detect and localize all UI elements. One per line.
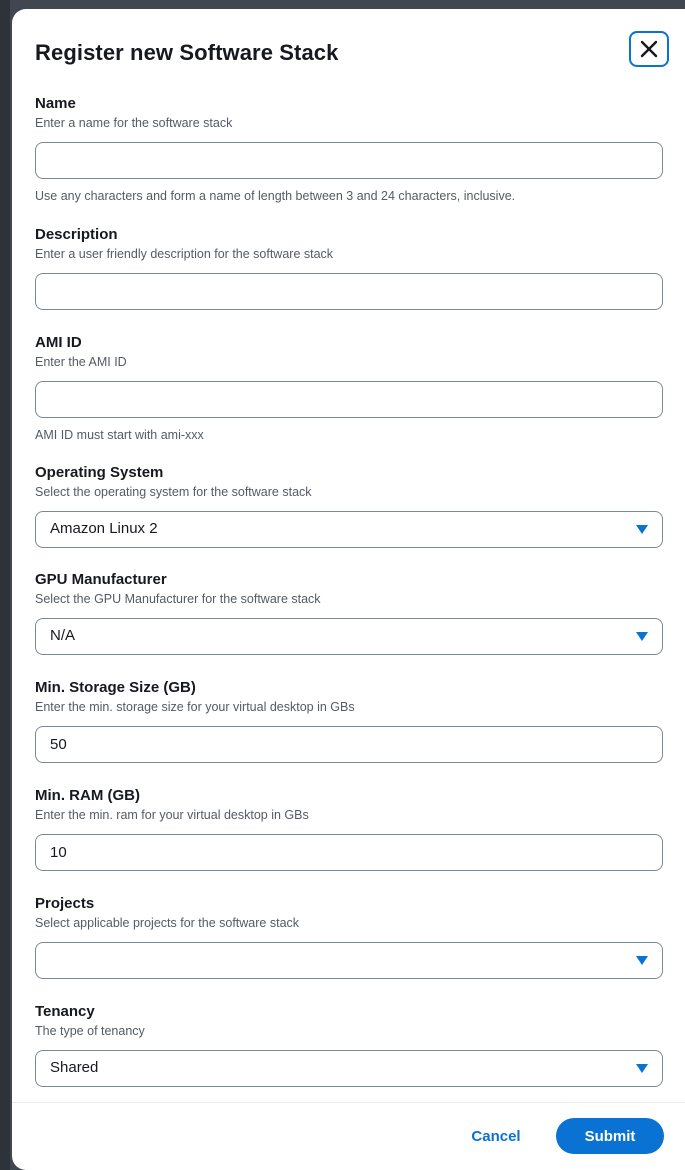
min-ram-label: Min. RAM (GB): [35, 787, 140, 804]
ami-id-input-wrapper: [35, 381, 663, 418]
min-ram-field: Min. RAM (GB) Enter the min. ram for you…: [35, 787, 663, 871]
description-input-wrapper: [35, 273, 663, 310]
modal-title: Register new Software Stack: [35, 40, 339, 65]
name-description: Enter a name for the software stack: [35, 116, 233, 130]
submit-button[interactable]: Submit: [556, 1118, 664, 1154]
tenancy-selected: Shared: [50, 1059, 99, 1076]
gpu-manufacturer-label: GPU Manufacturer: [35, 571, 167, 588]
min-storage-description: Enter the min. storage size for your vir…: [35, 700, 355, 714]
caret-down-icon: [636, 1064, 648, 1073]
gpu-manufacturer-description: Select the GPU Manufacturer for the soft…: [35, 592, 321, 606]
caret-down-icon: [636, 956, 648, 965]
projects-description: Select applicable projects for the softw…: [35, 916, 300, 930]
caret-down-icon: [636, 525, 648, 534]
close-icon: [640, 40, 658, 58]
description-label: Description: [35, 226, 118, 243]
min-storage-input-wrapper: [35, 726, 663, 763]
register-software-stack-modal: Register new Software Stack Name Enter a…: [12, 9, 685, 1170]
min-ram-input[interactable]: [36, 835, 662, 870]
tenancy-select[interactable]: Shared: [35, 1050, 663, 1087]
name-input[interactable]: [36, 143, 662, 178]
name-help-text: Use any characters and form a name of le…: [35, 189, 516, 203]
projects-select[interactable]: [35, 942, 663, 979]
caret-down-icon: [636, 632, 648, 641]
footer-divider: [12, 1102, 685, 1103]
tenancy-label: Tenancy: [35, 1003, 95, 1020]
name-input-wrapper: [35, 142, 663, 179]
gpu-manufacturer-selected: N/A: [50, 627, 76, 644]
ami-id-label: AMI ID: [35, 334, 82, 351]
min-storage-label: Min. Storage Size (GB): [35, 679, 196, 696]
ami-id-field: AMI ID Enter the AMI ID AMI ID must star…: [35, 334, 663, 443]
operating-system-select[interactable]: Amazon Linux 2: [35, 511, 663, 548]
cancel-button[interactable]: Cancel: [456, 1119, 536, 1153]
operating-system-selected: Amazon Linux 2: [50, 520, 158, 537]
close-button[interactable]: [629, 31, 669, 67]
gpu-manufacturer-field: GPU Manufacturer Select the GPU Manufact…: [35, 571, 663, 655]
min-storage-input[interactable]: [36, 727, 662, 762]
description-field: Description Enter a user friendly descri…: [35, 226, 663, 310]
ami-id-description: Enter the AMI ID: [35, 355, 127, 369]
description-description: Enter a user friendly description for th…: [35, 247, 334, 261]
name-label: Name: [35, 95, 76, 112]
min-storage-field: Min. Storage Size (GB) Enter the min. st…: [35, 679, 663, 763]
ami-id-help-text: AMI ID must start with ami-xxx: [35, 428, 204, 442]
gpu-manufacturer-select[interactable]: N/A: [35, 618, 663, 655]
min-ram-description: Enter the min. ram for your virtual desk…: [35, 808, 309, 822]
tenancy-field: Tenancy The type of tenancy Shared: [35, 1003, 663, 1087]
operating-system-label: Operating System: [35, 464, 164, 481]
min-ram-input-wrapper: [35, 834, 663, 871]
operating-system-description: Select the operating system for the soft…: [35, 485, 312, 499]
ami-id-input[interactable]: [36, 382, 662, 417]
name-field: Name Enter a name for the software stack…: [35, 95, 663, 204]
description-input[interactable]: [36, 274, 662, 309]
backdrop-edge: [0, 0, 10, 1170]
operating-system-field: Operating System Select the operating sy…: [35, 464, 663, 548]
tenancy-description: The type of tenancy: [35, 1024, 145, 1038]
projects-field: Projects Select applicable projects for …: [35, 895, 663, 979]
projects-label: Projects: [35, 895, 95, 912]
